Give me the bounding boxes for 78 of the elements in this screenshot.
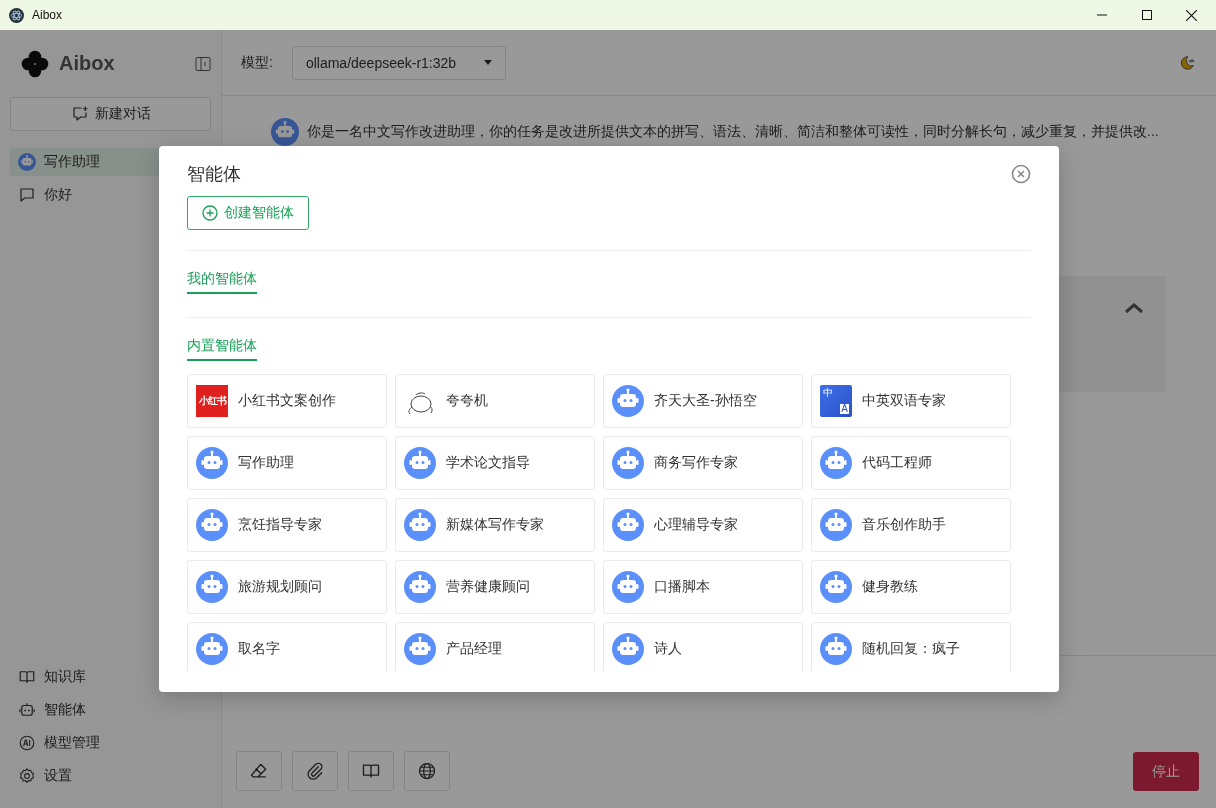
agent-card[interactable]: 音乐创作助手 bbox=[811, 498, 1011, 552]
translate-logo: 中 A bbox=[820, 385, 852, 417]
model-label: 模型: bbox=[241, 53, 273, 72]
close-icon bbox=[1186, 9, 1197, 21]
agent-card[interactable]: 随机回复：疯子 bbox=[811, 622, 1011, 671]
robot-avatar-icon bbox=[196, 633, 228, 665]
maximize-icon bbox=[1141, 10, 1152, 20]
knowledge-button[interactable] bbox=[348, 751, 394, 791]
plus-circle-icon bbox=[202, 205, 218, 221]
robot-avatar-icon bbox=[404, 447, 436, 479]
robot-avatar-icon bbox=[196, 509, 228, 541]
agent-card[interactable]: 齐天大圣-孙悟空 bbox=[603, 374, 803, 428]
model-select[interactable]: ollama/deepseek-r1:32b bbox=[291, 45, 506, 80]
robot-avatar-icon bbox=[196, 571, 228, 603]
robot-avatar-icon bbox=[404, 509, 436, 541]
agent-card[interactable]: 写作助理 bbox=[187, 436, 387, 490]
agent-card[interactable]: 代码工程师 bbox=[811, 436, 1011, 490]
collapse-button[interactable] bbox=[1124, 300, 1144, 316]
robot-avatar-icon bbox=[820, 571, 852, 603]
robot-avatar-icon bbox=[18, 153, 36, 171]
stop-button[interactable]: 停止 bbox=[1133, 752, 1199, 791]
new-chat-icon bbox=[70, 105, 89, 123]
section-heading: 我的智能体 bbox=[187, 268, 257, 294]
agent-card[interactable]: 中 A 中英双语专家 bbox=[811, 374, 1011, 428]
close-circle-icon bbox=[1011, 164, 1031, 184]
close-dialog-button[interactable] bbox=[1011, 164, 1031, 184]
nav-item[interactable]: 设置 bbox=[10, 762, 211, 790]
robot-avatar-icon bbox=[612, 571, 644, 603]
new-chat-button[interactable]: 新建对话 bbox=[10, 97, 211, 131]
agent-card[interactable]: 健身教练 bbox=[811, 560, 1011, 614]
robot-avatar-icon bbox=[612, 509, 644, 541]
robot-avatar-icon bbox=[612, 385, 644, 417]
web-search-button[interactable] bbox=[404, 751, 450, 791]
robot-avatar-icon bbox=[196, 447, 228, 479]
agent-card[interactable]: 新媒体写作专家 bbox=[395, 498, 595, 552]
robot-avatar-icon bbox=[820, 633, 852, 665]
brand-logo: 小红书 bbox=[196, 385, 228, 417]
agent-card[interactable]: 取名字 bbox=[187, 622, 387, 671]
robot-avatar-icon bbox=[404, 571, 436, 603]
agent-card[interactable]: 心理辅导专家 bbox=[603, 498, 803, 552]
agent-card[interactable]: 诗人 bbox=[603, 622, 803, 671]
create-agent-button[interactable]: 创建智能体 bbox=[187, 196, 309, 230]
chat-bubble-icon bbox=[18, 186, 36, 204]
agent-card[interactable]: 夸夸机 bbox=[395, 374, 595, 428]
agent-card[interactable]: 烹饪指导专家 bbox=[187, 498, 387, 552]
agent-card[interactable]: 商务写作专家 bbox=[603, 436, 803, 490]
chevron-up-icon bbox=[1124, 302, 1144, 314]
robot-avatar-icon bbox=[820, 447, 852, 479]
robot-outline-icon bbox=[18, 701, 36, 719]
section-heading: 内置智能体 bbox=[187, 335, 257, 361]
agent-card[interactable]: 营养健康顾问 bbox=[395, 560, 595, 614]
nav-item[interactable]: 智能体 bbox=[10, 696, 211, 724]
attach-button[interactable] bbox=[292, 751, 338, 791]
agent-card[interactable]: 学术论文指导 bbox=[395, 436, 595, 490]
robot-avatar-icon bbox=[612, 447, 644, 479]
book-icon bbox=[18, 668, 36, 686]
moon-icon bbox=[1178, 53, 1196, 72]
app-icon bbox=[9, 7, 24, 23]
system-prompt-text: 你是一名中文写作改进助理，你的任务是改进所提供文本的拼写、语法、清晰、简洁和整体可读性，同时分解长句，减少重复，并提供改... bbox=[307, 123, 1159, 141]
robot-avatar-icon bbox=[612, 633, 644, 665]
collapse-sidebar-button[interactable] bbox=[195, 55, 211, 72]
paperclip-icon bbox=[305, 761, 325, 781]
caret-icon bbox=[483, 60, 492, 65]
clear-button[interactable] bbox=[236, 751, 282, 791]
globe-icon bbox=[417, 761, 437, 781]
agent-card[interactable]: 产品经理 bbox=[395, 622, 595, 671]
agent-card[interactable]: 小红书 小红书文案创作 bbox=[187, 374, 387, 428]
agent-card[interactable]: 口播脚本 bbox=[603, 560, 803, 614]
clover-logo-icon bbox=[21, 49, 49, 78]
agent-card[interactable]: 旅游规划顾问 bbox=[187, 560, 387, 614]
nav-item[interactable]: 模型管理 bbox=[10, 729, 211, 757]
robot-avatar-icon bbox=[820, 509, 852, 541]
settings-icon bbox=[18, 767, 36, 785]
window-title: Aibox bbox=[32, 8, 64, 22]
ai-badge-icon bbox=[18, 734, 36, 752]
robot-avatar-icon bbox=[404, 633, 436, 665]
app-name: Aibox bbox=[59, 52, 116, 75]
sidebar-toggle-icon bbox=[195, 55, 211, 72]
